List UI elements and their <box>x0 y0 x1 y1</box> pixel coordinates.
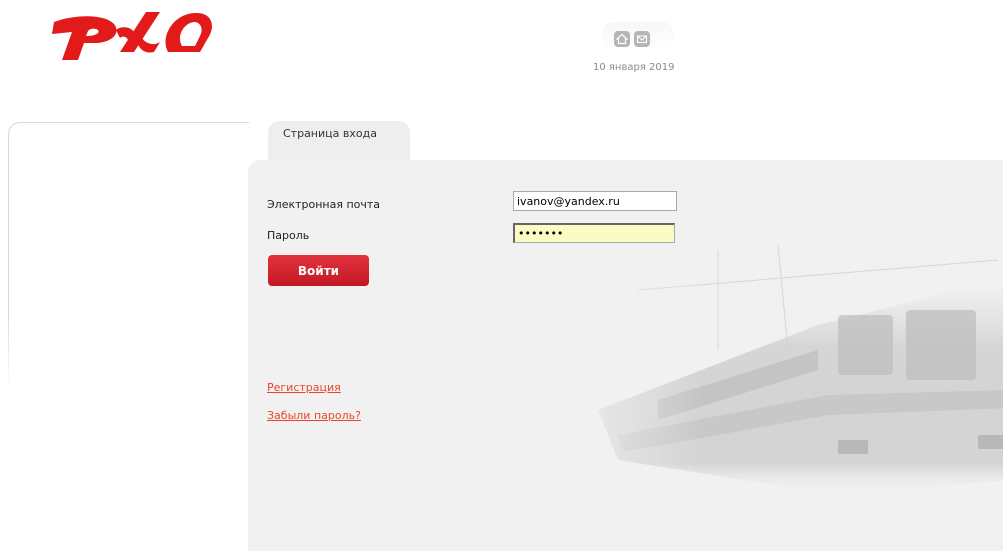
login-button[interactable]: Войти <box>268 255 369 286</box>
tab-login-page[interactable]: Страница входа <box>268 121 410 161</box>
home-button[interactable] <box>614 31 630 47</box>
utility-bar <box>603 22 673 52</box>
current-date: 10 января 2019 <box>593 62 675 73</box>
train-illustration <box>538 230 1003 530</box>
rzd-logo[interactable] <box>50 8 215 60</box>
login-panel: Электронная почта Пароль Войти Регистрац… <box>248 160 1003 551</box>
mail-icon <box>636 35 648 44</box>
email-label: Электронная почта <box>267 198 381 211</box>
login-page: 10 января 2019 Страница входа Электронна… <box>0 0 1003 551</box>
password-label: Пароль <box>267 229 310 242</box>
mail-button[interactable] <box>634 31 650 47</box>
tab-label: Страница входа <box>283 127 377 140</box>
home-icon <box>616 33 628 45</box>
register-link[interactable]: Регистрация <box>267 381 341 394</box>
sidebar-panel <box>8 122 249 393</box>
email-field[interactable] <box>513 191 677 211</box>
password-field[interactable] <box>513 223 675 243</box>
rzd-logo-icon <box>52 12 212 60</box>
forgot-password-link[interactable]: Забыли пароль? <box>267 409 361 422</box>
